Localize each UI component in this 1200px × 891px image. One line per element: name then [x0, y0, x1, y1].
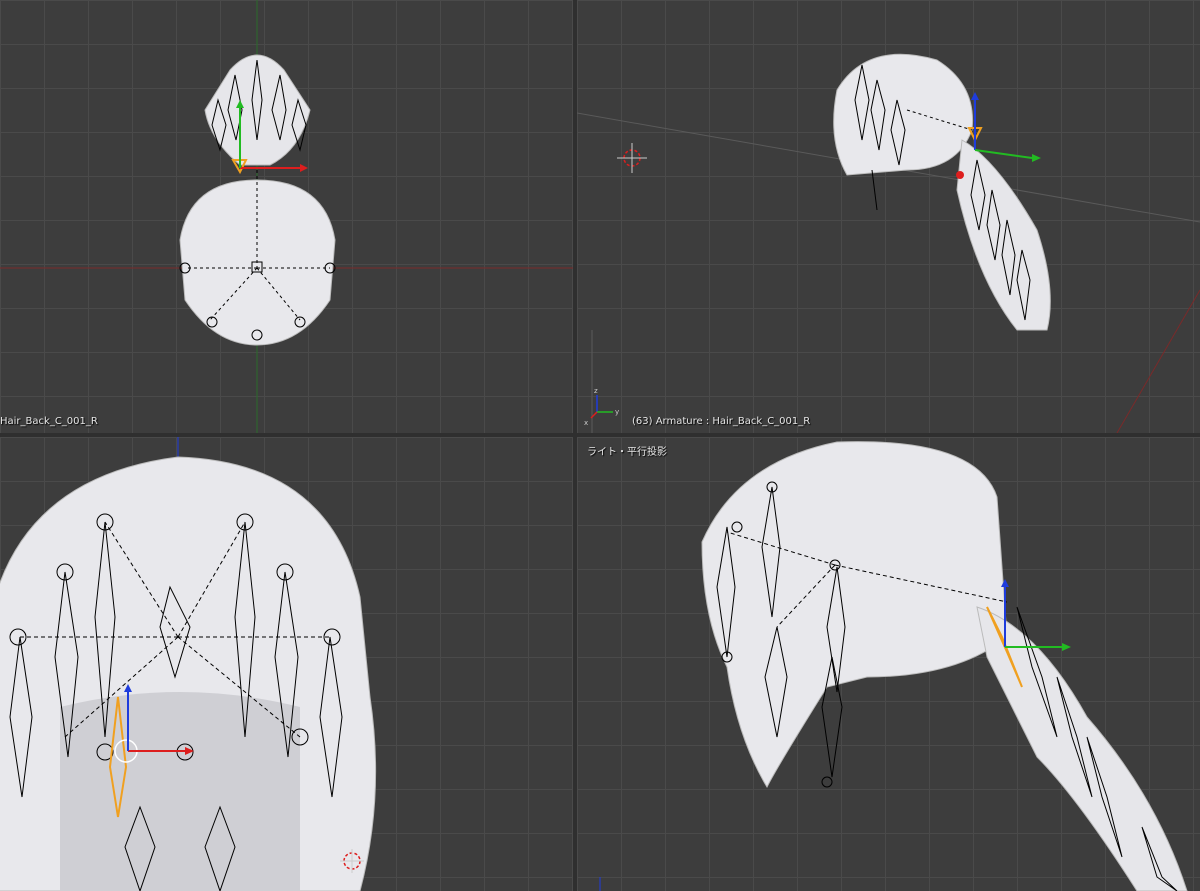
back-closeup-canvas[interactable]	[0, 437, 573, 891]
viewport-front[interactable]: Hair_Back_C_001_R	[0, 0, 573, 433]
quad-view: Hair_Back_C_001_R z y x (63) Armature: …	[0, 0, 1200, 891]
3d-cursor-icon[interactable]	[617, 143, 647, 173]
viewport-back-closeup[interactable]	[0, 437, 573, 891]
axis-label-z: z	[594, 387, 598, 395]
perspective-view-canvas[interactable]: z y x	[577, 0, 1200, 433]
front-view-canvas[interactable]	[0, 0, 573, 433]
hair-mesh	[701, 441, 1008, 789]
view-mode-header: ライト・平行投影	[587, 447, 667, 458]
axis-label-y: y	[615, 408, 619, 416]
viewport-side-closeup[interactable]: ライト・平行投影	[577, 437, 1200, 891]
ponytail-mesh	[976, 606, 1188, 891]
viewport-perspective[interactable]: z y x (63) Armature : Hair_Back_C_001_R	[577, 0, 1200, 433]
axis-indicator-icon: z y x	[584, 387, 619, 427]
axis-label-x: x	[584, 419, 588, 427]
ponytail-mesh	[956, 139, 1051, 331]
object-info-label: (63) Armature : Hair_Back_C_001_R	[632, 416, 811, 427]
active-bone-label: Hair_Back_C_001_R	[0, 416, 98, 427]
x-axis-line	[1116, 289, 1200, 433]
side-closeup-canvas[interactable]	[577, 437, 1200, 891]
head-shadow	[60, 692, 300, 891]
hair-mesh	[833, 53, 974, 176]
